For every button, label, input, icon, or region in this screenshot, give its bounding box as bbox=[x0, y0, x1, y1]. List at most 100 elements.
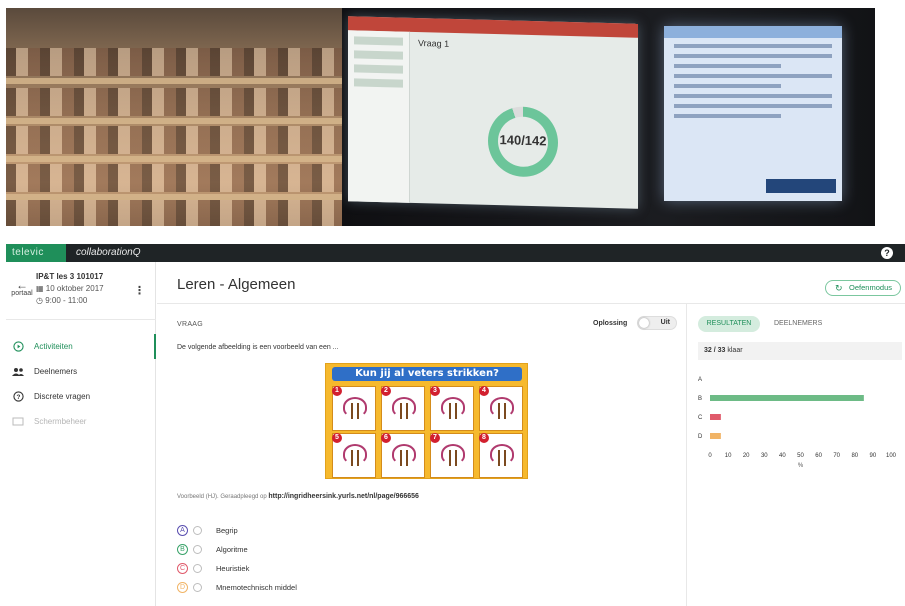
category-label: D bbox=[698, 434, 703, 440]
answer-option-b[interactable]: B Algoritme bbox=[177, 540, 297, 559]
solution-label: Oplossing bbox=[593, 320, 628, 327]
sidebar-item-discrete-vragen[interactable]: ? Discrete vragen bbox=[6, 384, 156, 409]
sidebar: ← portaal IP&T les 3 101017 ▦ 10 oktober… bbox=[6, 262, 156, 606]
sidebar-item-activiteiten[interactable]: Activiteiten bbox=[6, 334, 156, 359]
help-icon[interactable]: ? bbox=[881, 247, 893, 259]
sidebar-item-deelnemers[interactable]: Deelnemers bbox=[6, 359, 156, 384]
product-name: collaborationQ bbox=[76, 247, 141, 258]
toggle-state: Uit bbox=[660, 319, 670, 326]
play-circle-icon bbox=[12, 341, 24, 353]
session-time: ◷ 9:00 - 11:00 bbox=[36, 296, 88, 305]
projected-slide-screen bbox=[664, 26, 842, 201]
photo-strip: Vraag 1 140/142 bbox=[0, 0, 905, 230]
image-step: 8 bbox=[479, 433, 523, 478]
session-title: IP&T les 3 101017 bbox=[36, 272, 104, 281]
results-bar-chart: A B C D 0 10 20 30 40 50 60 70 80 90 100% bbox=[698, 377, 897, 469]
image-step: 2 bbox=[381, 386, 425, 431]
x-tick-label: 100 bbox=[886, 453, 897, 459]
session-date: ▦ 10 oktober 2017 bbox=[36, 284, 104, 293]
question-panel: VRAAG Oplossing Uit De volgende afbeeldi… bbox=[157, 304, 687, 606]
answer-letter: A bbox=[177, 525, 188, 536]
answer-letter: D bbox=[177, 582, 188, 593]
answer-radio[interactable] bbox=[193, 583, 202, 592]
result-bar bbox=[710, 414, 721, 420]
answer-text: Begrip bbox=[216, 526, 238, 535]
session-header: ← portaal IP&T les 3 101017 ▦ 10 oktober… bbox=[6, 262, 156, 320]
question-text: De volgende afbeelding is een voorbeeld … bbox=[177, 344, 339, 351]
category-label: A bbox=[698, 377, 702, 383]
top-bar: televic collaborationQ ? bbox=[6, 244, 905, 262]
question-image: Kun jij al veters strikken? 1 2 3 4 5 6 … bbox=[325, 363, 528, 479]
page-title: Leren - Algemeen bbox=[177, 276, 296, 293]
result-bar bbox=[710, 395, 864, 401]
x-tick-label: 80 bbox=[851, 453, 858, 459]
x-tick-label: 90 bbox=[870, 453, 877, 459]
x-tick-label: 30 bbox=[761, 453, 768, 459]
ready-label: klaar bbox=[727, 347, 743, 354]
answer-option-c[interactable]: C Heuristiek bbox=[177, 559, 297, 578]
image-step: 5 bbox=[332, 433, 376, 478]
x-tick-label: 60 bbox=[815, 453, 822, 459]
image-step: 7 bbox=[430, 433, 474, 478]
ready-count: 32 / 33 bbox=[704, 347, 726, 354]
category-label: B bbox=[698, 396, 702, 402]
brand-logo: televic bbox=[6, 244, 66, 262]
projected-app-screen: Vraag 1 140/142 bbox=[348, 16, 638, 209]
sidebar-nav: Activiteiten Deelnemers ? Discrete vrage… bbox=[6, 334, 156, 434]
x-tick-label: 50 bbox=[797, 453, 804, 459]
image-step: 3 bbox=[430, 386, 474, 431]
people-icon bbox=[12, 366, 24, 378]
answer-radio[interactable] bbox=[193, 564, 202, 573]
back-label: portaal bbox=[11, 290, 33, 297]
collaboration-app: televic collaborationQ ? ← portaal IP&T … bbox=[6, 244, 905, 606]
refresh-icon: ↻ bbox=[835, 283, 843, 293]
answer-list: A Begrip B Algoritme C Heuristiek D Mnem… bbox=[177, 521, 297, 597]
svg-text:?: ? bbox=[16, 394, 20, 401]
projected-question-label: Vraag 1 bbox=[418, 38, 450, 49]
image-title: Kun jij al veters strikken? bbox=[332, 367, 522, 381]
answer-letter: C bbox=[177, 563, 188, 574]
image-step: 1 bbox=[332, 386, 376, 431]
answer-option-a[interactable]: A Begrip bbox=[177, 521, 297, 540]
x-tick-label: 0 bbox=[708, 453, 712, 459]
answer-text: Algoritme bbox=[216, 545, 248, 554]
question-circle-icon: ? bbox=[12, 391, 24, 403]
lecture-hall-photo bbox=[6, 8, 342, 226]
image-source: Voorbeeld (HJ). Geraadpleegd op http://i… bbox=[177, 493, 419, 500]
sidebar-item-label: Schermbeheer bbox=[34, 417, 87, 426]
question-label: VRAAG bbox=[177, 321, 204, 328]
sidebar-item-label: Deelnemers bbox=[34, 367, 78, 376]
image-step: 6 bbox=[381, 433, 425, 478]
sidebar-item-label: Discrete vragen bbox=[34, 392, 91, 401]
calendar-icon: ▦ bbox=[36, 284, 46, 293]
main-header: Leren - Algemeen ↻ Oefenmodus bbox=[157, 262, 905, 304]
projection-screens-photo: Vraag 1 140/142 bbox=[342, 8, 875, 226]
answer-radio[interactable] bbox=[193, 526, 202, 535]
sidebar-item-schermbeheer: Schermbeheer bbox=[6, 409, 156, 434]
arrow-left-icon: ← bbox=[16, 278, 28, 292]
answer-letter: B bbox=[177, 544, 188, 555]
answer-text: Mnemotechnisch middel bbox=[216, 583, 297, 592]
x-axis-label: % bbox=[798, 463, 804, 469]
answer-option-d[interactable]: D Mnemotechnisch middel bbox=[177, 578, 297, 597]
ready-status: 32 / 33 klaar bbox=[698, 342, 902, 360]
x-tick-label: 10 bbox=[725, 453, 732, 459]
x-tick-label: 20 bbox=[743, 453, 750, 459]
x-tick-label: 70 bbox=[833, 453, 840, 459]
answer-radio[interactable] bbox=[193, 545, 202, 554]
back-to-portal-button[interactable]: ← portaal bbox=[10, 278, 34, 297]
more-options-icon[interactable]: ⋮ bbox=[134, 284, 145, 297]
university-logo bbox=[766, 179, 836, 193]
image-step: 4 bbox=[479, 386, 523, 431]
tab-deelnemers[interactable]: DEELNEMERS bbox=[774, 316, 822, 332]
screen-icon bbox=[12, 416, 24, 428]
category-label: C bbox=[698, 415, 703, 421]
projected-response-count: 140/142 bbox=[499, 132, 547, 149]
practice-mode-button[interactable]: ↻ Oefenmodus bbox=[825, 280, 901, 296]
x-tick-label: 40 bbox=[779, 453, 786, 459]
results-panel: RESULTATEN DEELNEMERS 32 / 33 klaar A B C D… bbox=[688, 304, 905, 606]
tab-resultaten[interactable]: RESULTATEN bbox=[698, 316, 760, 332]
source-link[interactable]: http://ingridheersink.yurls.net/nl/page/… bbox=[268, 493, 419, 500]
solution-toggle[interactable]: Uit bbox=[637, 316, 677, 330]
clock-icon: ◷ bbox=[36, 296, 46, 305]
